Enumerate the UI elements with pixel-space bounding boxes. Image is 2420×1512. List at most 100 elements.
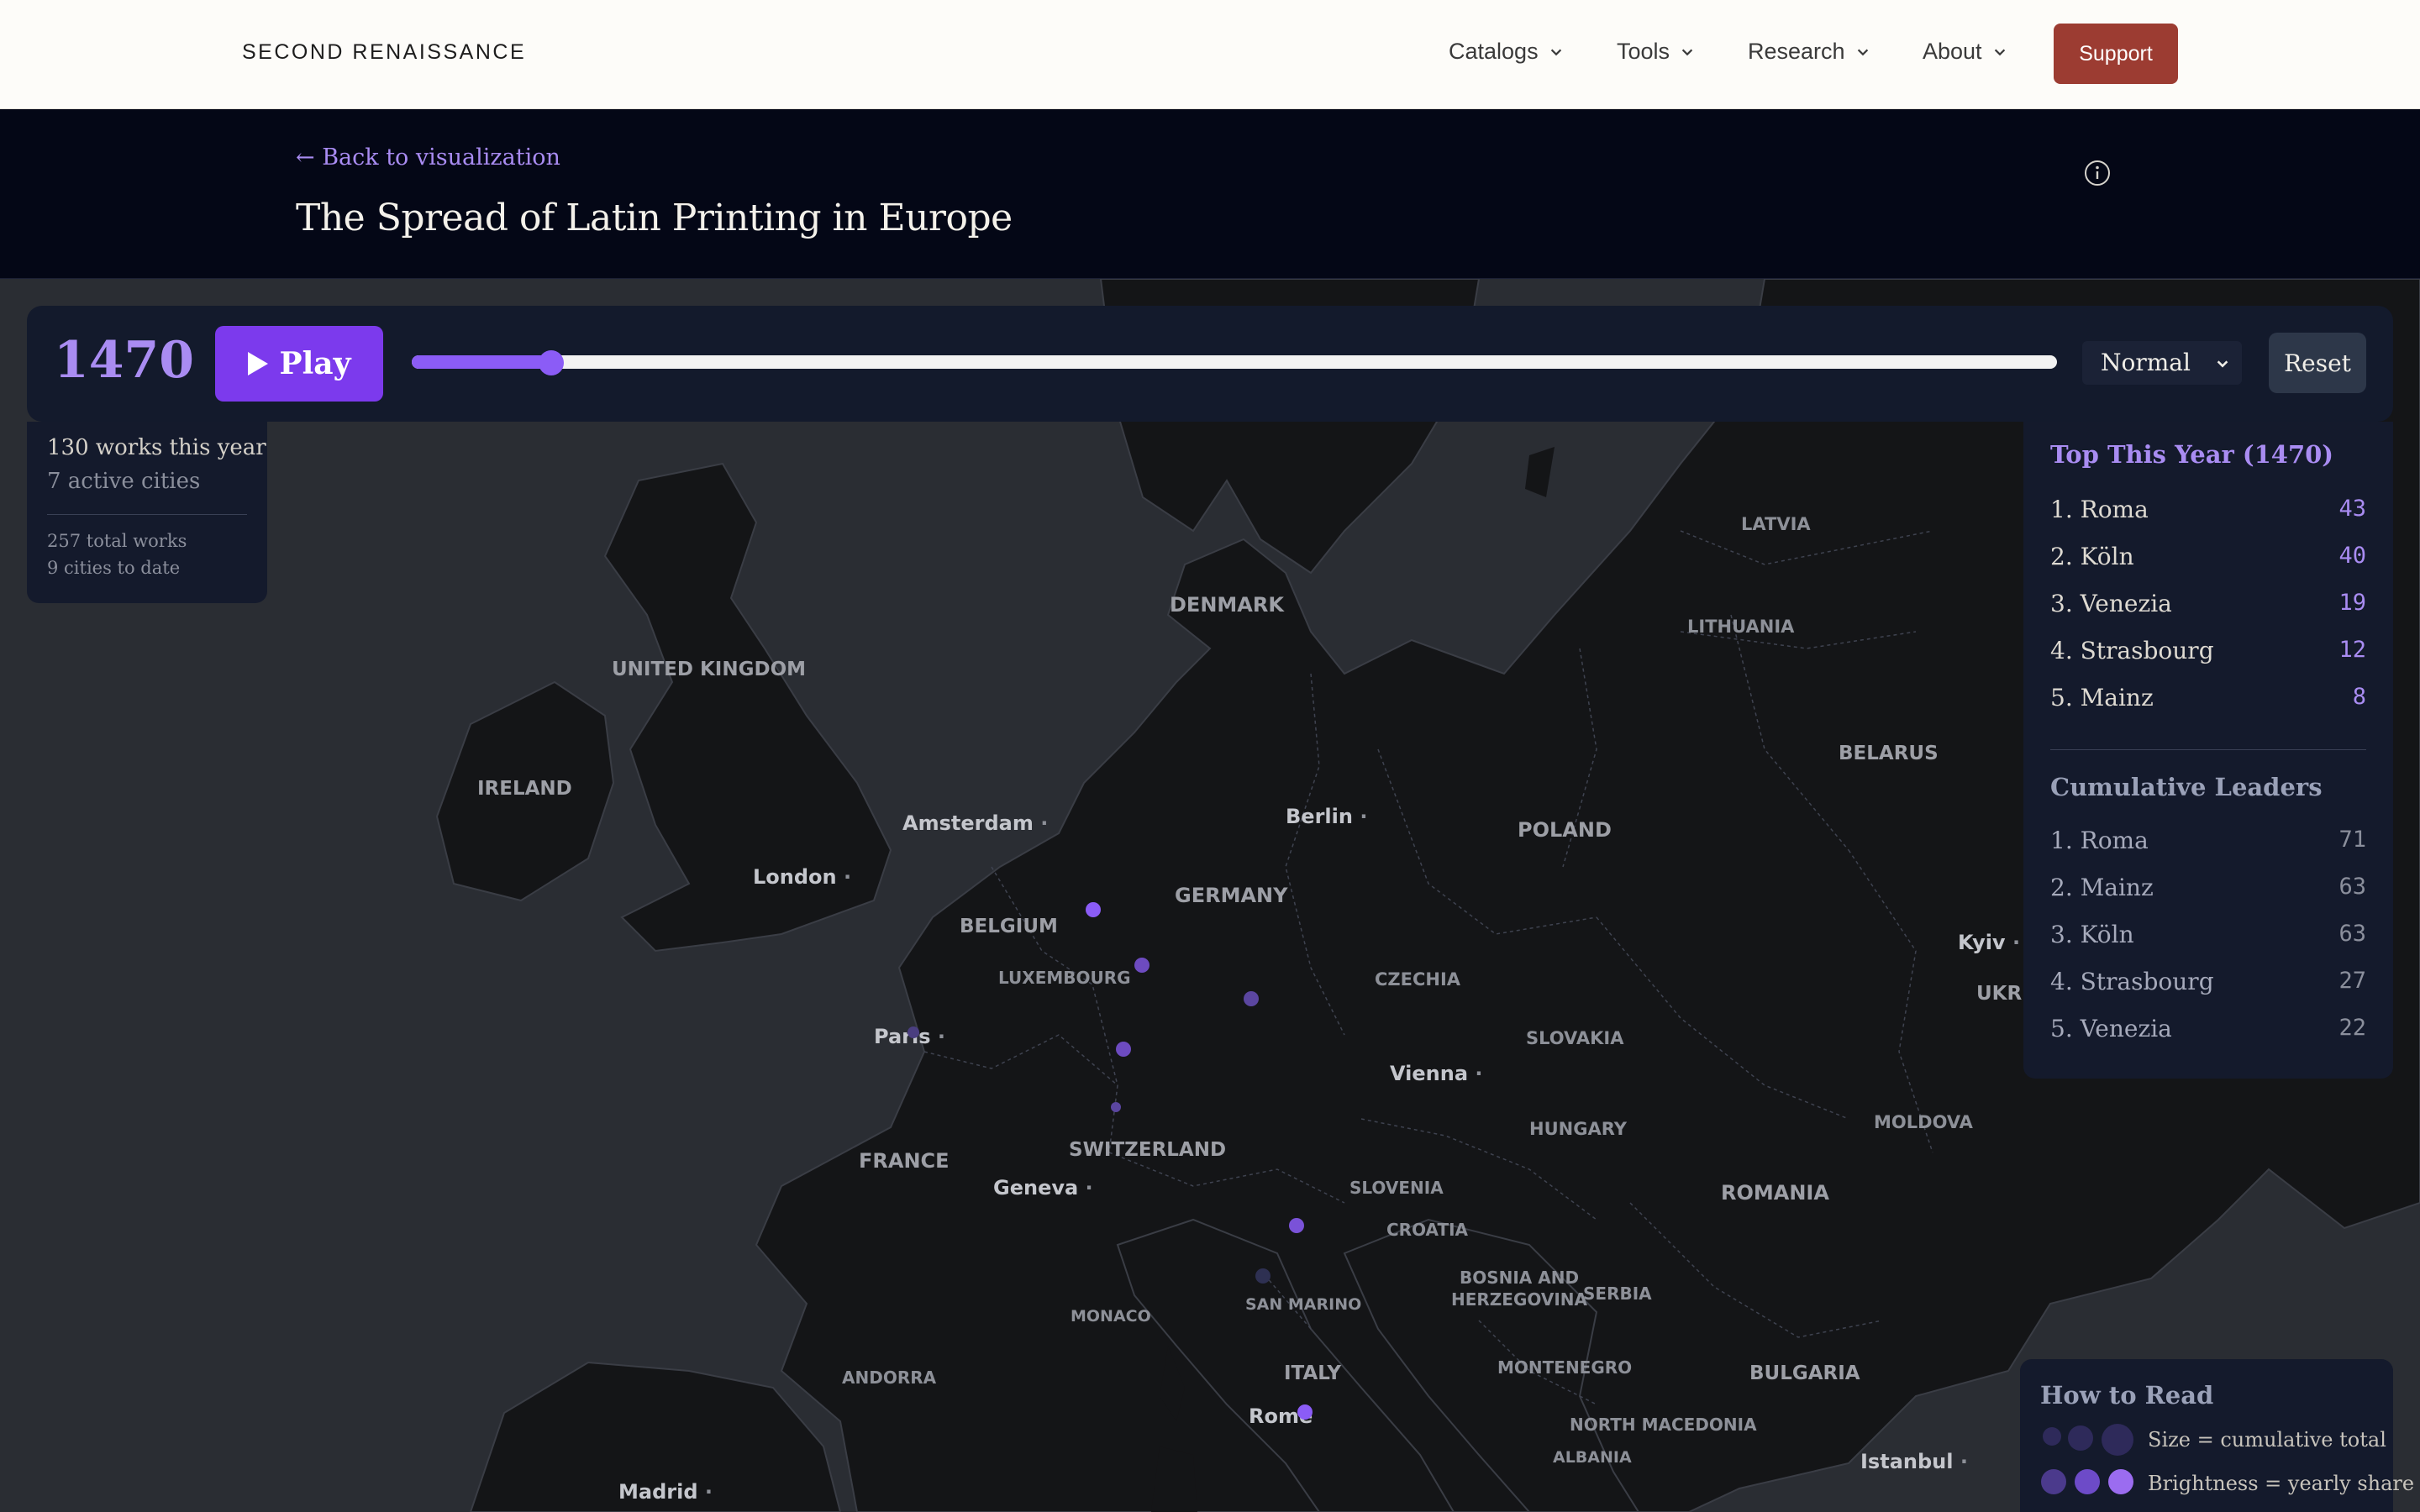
chevron-down-icon: [1681, 49, 1693, 55]
city-marker[interactable]: [1255, 1268, 1270, 1284]
country-label: ROMANIA: [1721, 1181, 1829, 1205]
page-title: The Spread of Latin Printing in Europe: [296, 197, 1013, 239]
country-label: BOSNIA AND HERZEGOVINA: [1451, 1268, 1587, 1310]
current-year: 1470: [54, 331, 194, 390]
city-label: Berlin ·: [1286, 805, 1368, 828]
top-this-year-title: Top This Year (1470): [2050, 440, 2334, 469]
reset-button[interactable]: Reset: [2269, 333, 2366, 393]
nav-item-research[interactable]: Research: [1748, 39, 1870, 65]
top-navigation: SECOND RENAISSANCE Catalogs Tools Resear…: [0, 0, 2420, 109]
city-label: Kyiv ·: [1958, 931, 2021, 954]
city-label: Vienna ·: [1390, 1062, 1483, 1085]
country-label: FRANCE: [859, 1149, 950, 1173]
country-label: ALBANIA: [1553, 1448, 1632, 1467]
legend-brightness-text: Brightness = yearly share: [2148, 1472, 2415, 1495]
city-name: 4. Strasbourg: [2050, 968, 2214, 995]
city-name: 3. Venezia: [2050, 590, 2172, 617]
nav-item-label: Research: [1748, 39, 1845, 64]
city-label: Geneva ·: [993, 1176, 1093, 1200]
country-label: SERBIA: [1583, 1284, 1652, 1304]
list-item[interactable]: 3. Venezia 19: [2050, 590, 2366, 623]
city-name: 1. Roma: [2050, 827, 2149, 854]
city-label: Istanbul ·: [1860, 1450, 1968, 1473]
list-item[interactable]: 2. Mainz 63: [2050, 874, 2366, 907]
leaderboard-panel: Top This Year (1470) 1. Roma 43 2. Köln 40…: [2023, 422, 2393, 1079]
cumulative-leaders-title: Cumulative Leaders: [2050, 773, 2323, 801]
city-count: 43: [2338, 496, 2366, 522]
timeline-slider-track[interactable]: [412, 355, 2057, 369]
back-to-visualization-link[interactable]: ← Back to visualization: [296, 144, 560, 171]
country-label: UKR: [1976, 983, 2023, 1005]
city-marker[interactable]: [1297, 1404, 1313, 1420]
country-label: BULGARIA: [1749, 1362, 1860, 1384]
city-name: 1. Roma: [2050, 496, 2149, 523]
city-marker[interactable]: [1111, 1102, 1121, 1112]
city-name: 2. Mainz: [2050, 874, 2154, 901]
list-item[interactable]: 4. Strasbourg 27: [2050, 968, 2366, 1001]
total-works: 257 total works: [47, 531, 187, 551]
city-count: 22: [2338, 1015, 2366, 1041]
nav-item-label: Tools: [1617, 39, 1670, 64]
country-label: LATVIA: [1741, 514, 1811, 534]
country-label: LUXEMBOURG: [998, 968, 1131, 988]
city-count: 63: [2338, 921, 2366, 947]
play-button[interactable]: Play: [215, 326, 383, 402]
city-marker[interactable]: [1134, 958, 1150, 973]
nav-item-label: Catalogs: [1449, 39, 1539, 64]
country-label: CROATIA: [1386, 1220, 1469, 1240]
country-label: SWITZERLAND: [1069, 1139, 1227, 1161]
country-label: CZECHIA: [1375, 969, 1461, 990]
cities-to-date: 9 cities to date: [47, 558, 181, 578]
country-label: BELARUS: [1839, 743, 1939, 764]
list-item[interactable]: 1. Roma 71: [2050, 827, 2366, 860]
city-count: 19: [2338, 590, 2366, 616]
brand-logo[interactable]: SECOND RENAISSANCE: [242, 40, 526, 65]
city-label: Amsterdam ·: [902, 811, 1049, 835]
chevron-down-icon: [2217, 360, 2228, 368]
city-count: 40: [2338, 543, 2366, 569]
legend-size-text: Size = cumulative total: [2148, 1428, 2386, 1452]
country-label: MONACO: [1071, 1307, 1151, 1326]
city-name: 4. Strasbourg: [2050, 637, 2214, 664]
country-label: SLOVAKIA: [1526, 1028, 1624, 1048]
list-item[interactable]: 5. Venezia 22: [2050, 1015, 2366, 1048]
list-item[interactable]: 5. Mainz 8: [2050, 684, 2366, 717]
city-label: Madrid ·: [618, 1480, 713, 1504]
chevron-down-icon: [1857, 49, 1868, 55]
nav-item-catalogs[interactable]: Catalogs: [1449, 39, 1564, 65]
list-item[interactable]: 1. Roma 43: [2050, 496, 2366, 529]
list-item[interactable]: 2. Köln 40: [2050, 543, 2366, 576]
play-icon: [247, 352, 268, 375]
country-label: LITHUANIA: [1687, 617, 1795, 637]
play-label: Play: [279, 346, 351, 381]
city-marker[interactable]: [908, 1026, 919, 1038]
city-marker[interactable]: [1289, 1218, 1304, 1233]
country-label: ITALY: [1284, 1362, 1341, 1384]
city-name: 3. Köln: [2050, 921, 2134, 948]
country-label: GERMANY: [1175, 884, 1288, 907]
city-count: 12: [2338, 637, 2366, 663]
city-marker[interactable]: [1086, 902, 1101, 917]
nav-item-tools[interactable]: Tools: [1617, 39, 1695, 65]
country-label: HUNGARY: [1529, 1119, 1627, 1139]
city-marker[interactable]: [1116, 1042, 1131, 1057]
speed-select-value: Normal: [2101, 349, 2191, 376]
timeline-slider-thumb[interactable]: [539, 350, 565, 375]
nav-item-label: About: [1923, 39, 1982, 64]
info-circle-icon[interactable]: [2082, 158, 2112, 188]
speed-select[interactable]: Normal: [2082, 341, 2242, 385]
city-count: 71: [2338, 827, 2366, 853]
nav-item-about[interactable]: About: [1923, 39, 2007, 65]
country-label: NORTH MACEDONIA: [1570, 1415, 1757, 1435]
country-label: UNITED KINGDOM: [612, 659, 807, 680]
city-marker[interactable]: [1244, 991, 1259, 1006]
list-item[interactable]: 3. Köln 63: [2050, 921, 2366, 954]
city-count: 27: [2338, 968, 2366, 994]
works-this-year: 130 works this year: [47, 435, 266, 460]
list-item[interactable]: 4. Strasbourg 12: [2050, 637, 2366, 670]
country-label: IRELAND: [477, 778, 572, 800]
country-label: BELGIUM: [960, 916, 1058, 937]
divider: [47, 514, 247, 515]
chevron-down-icon: [1994, 49, 2005, 55]
support-button[interactable]: Support: [2054, 24, 2178, 84]
